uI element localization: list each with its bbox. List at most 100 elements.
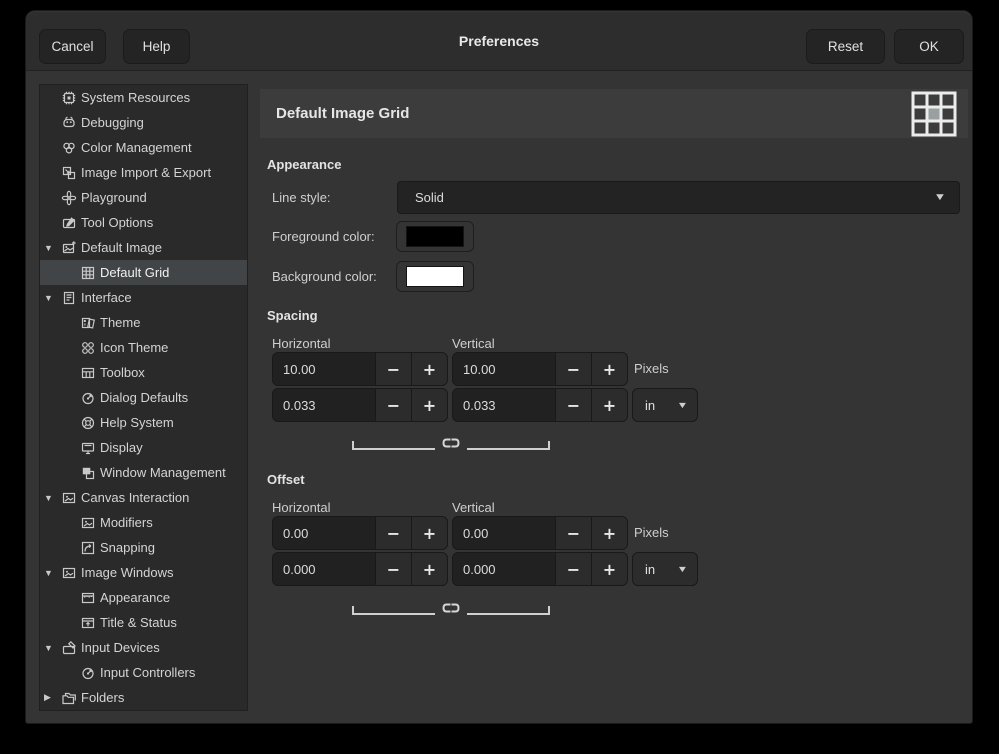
cancel-button[interactable]: Cancel bbox=[39, 29, 106, 64]
ok-button[interactable]: OK bbox=[894, 29, 964, 64]
decrement-button[interactable]: − bbox=[375, 517, 411, 549]
increment-button[interactable]: + bbox=[591, 553, 627, 585]
sidebar-item-appearance[interactable]: Appearance bbox=[40, 585, 247, 610]
offset-vertical-pixels-input[interactable] bbox=[453, 517, 555, 549]
spacing-vertical-units-spinner: − + bbox=[452, 388, 628, 422]
sidebar-item-debugging[interactable]: Debugging bbox=[40, 110, 247, 135]
sidebar-item-image-windows[interactable]: ▼ Image Windows bbox=[40, 560, 247, 585]
offset-vertical-units-input[interactable] bbox=[453, 553, 555, 585]
sidebar-item-title-status[interactable]: Title & Status bbox=[40, 610, 247, 635]
sidebar-item-color-management[interactable]: Color Management bbox=[40, 135, 247, 160]
chevron-down-icon: ▼ bbox=[934, 192, 947, 203]
sidebar-item-label: Interface bbox=[81, 290, 132, 305]
spacing-chain-button[interactable] bbox=[352, 435, 550, 450]
sidebar-item-tool-options[interactable]: Tool Options bbox=[40, 210, 247, 235]
chain-broken-icon bbox=[441, 600, 461, 615]
interface-icon bbox=[61, 290, 78, 306]
offset-chain-button[interactable] bbox=[352, 600, 550, 615]
sidebar-item-help-system[interactable]: Help System bbox=[40, 410, 247, 435]
system-resources-icon bbox=[61, 90, 78, 106]
sidebar-item-playground[interactable]: Playground bbox=[40, 185, 247, 210]
canvas-interaction-icon bbox=[61, 490, 78, 506]
folders-icon bbox=[61, 690, 78, 706]
sidebar-item-label: Input Devices bbox=[81, 640, 160, 655]
sidebar-item-label: Appearance bbox=[100, 590, 170, 605]
sidebar-item-label: Display bbox=[100, 440, 143, 455]
spacing-horizontal-pixels-input[interactable] bbox=[273, 353, 375, 385]
increment-button[interactable]: + bbox=[411, 389, 447, 421]
increment-button[interactable]: + bbox=[591, 389, 627, 421]
sidebar-item-label: Debugging bbox=[81, 115, 144, 130]
sidebar-item-label: Title & Status bbox=[100, 615, 177, 630]
sidebar-item-default-image[interactable]: ▼ Default Image bbox=[40, 235, 247, 260]
increment-button[interactable]: + bbox=[591, 517, 627, 549]
offset-unit-dropdown[interactable]: in ▼ bbox=[632, 552, 698, 586]
sidebar-item-input-devices[interactable]: ▼ Input Devices bbox=[40, 635, 247, 660]
theme-icon bbox=[80, 315, 97, 331]
grid-icon bbox=[80, 265, 97, 281]
expander-down-icon[interactable]: ▼ bbox=[44, 568, 61, 578]
help-button[interactable]: Help bbox=[123, 29, 190, 64]
sidebar-item-icon-theme[interactable]: Icon Theme bbox=[40, 335, 247, 360]
sidebar-item-system-resources[interactable]: System Resources bbox=[40, 85, 247, 110]
spacing-section-title: Spacing bbox=[267, 308, 318, 323]
sidebar-item-label: System Resources bbox=[81, 90, 190, 105]
sidebar-item-input-controllers[interactable]: Input Controllers bbox=[40, 660, 247, 685]
increment-button[interactable]: + bbox=[411, 553, 447, 585]
spacing-horizontal-units-input[interactable] bbox=[273, 389, 375, 421]
increment-button[interactable]: + bbox=[411, 517, 447, 549]
sidebar-item-label: Image Windows bbox=[81, 565, 173, 580]
sidebar-item-image-import-export[interactable]: Image Import & Export bbox=[40, 160, 247, 185]
offset-horizontal-units-input[interactable] bbox=[273, 553, 375, 585]
spacing-vertical-units-input[interactable] bbox=[453, 389, 555, 421]
debugging-icon bbox=[61, 115, 78, 131]
offset-horizontal-pixels-spinner: − + bbox=[272, 516, 448, 550]
modifiers-icon bbox=[80, 515, 97, 531]
decrement-button[interactable]: − bbox=[375, 389, 411, 421]
sidebar-item-display[interactable]: Display bbox=[40, 435, 247, 460]
foreground-color-button[interactable] bbox=[396, 221, 474, 252]
sidebar-item-folders[interactable]: ▶Folders bbox=[40, 685, 247, 710]
decrement-button[interactable]: − bbox=[555, 553, 591, 585]
spacing-vertical-pixels-input[interactable] bbox=[453, 353, 555, 385]
increment-button[interactable]: + bbox=[411, 353, 447, 385]
sidebar-item-label: Default Image bbox=[81, 240, 162, 255]
playground-icon bbox=[61, 190, 78, 206]
background-color-button[interactable] bbox=[396, 261, 474, 292]
line-style-label: Line style: bbox=[272, 181, 331, 214]
expander-right-icon[interactable]: ▶ bbox=[44, 692, 61, 703]
expander-down-icon[interactable]: ▼ bbox=[44, 243, 61, 253]
offset-section-title: Offset bbox=[267, 472, 305, 487]
spacing-unit-dropdown[interactable]: in ▼ bbox=[632, 388, 698, 422]
sidebar-item-window-management[interactable]: Window Management bbox=[40, 460, 247, 485]
decrement-button[interactable]: − bbox=[555, 389, 591, 421]
reset-button[interactable]: Reset bbox=[806, 29, 885, 64]
line-style-dropdown[interactable]: Solid ▼ bbox=[397, 181, 960, 214]
expander-down-icon[interactable]: ▼ bbox=[44, 293, 61, 303]
sidebar-item-dialog-defaults[interactable]: Dialog Defaults bbox=[40, 385, 247, 410]
decrement-button[interactable]: − bbox=[375, 353, 411, 385]
sidebar-item-snapping[interactable]: Snapping bbox=[40, 535, 247, 560]
sidebar-item-toolbox[interactable]: Toolbox bbox=[40, 360, 247, 385]
sidebar-list: System Resources Debugging Color Managemen… bbox=[39, 84, 248, 711]
decrement-button[interactable]: − bbox=[555, 353, 591, 385]
decrement-button[interactable]: − bbox=[555, 517, 591, 549]
spacing-horizontal-label: Horizontal bbox=[272, 336, 331, 351]
expander-down-icon[interactable]: ▼ bbox=[44, 493, 61, 503]
increment-button[interactable]: + bbox=[591, 353, 627, 385]
image-import-export-icon bbox=[61, 165, 78, 181]
sidebar-item-modifiers[interactable]: Modifiers bbox=[40, 510, 247, 535]
decrement-button[interactable]: − bbox=[375, 553, 411, 585]
sidebar-item-theme[interactable]: Theme bbox=[40, 310, 247, 335]
input-controllers-icon bbox=[80, 665, 97, 681]
chevron-down-icon: ▼ bbox=[677, 564, 689, 574]
sidebar-item-canvas-interaction[interactable]: ▼Canvas Interaction bbox=[40, 485, 247, 510]
sidebar-item-label: Theme bbox=[100, 315, 140, 330]
image-windows-icon bbox=[61, 565, 78, 581]
spacing-unit-value: in bbox=[645, 398, 655, 413]
expander-down-icon[interactable]: ▼ bbox=[44, 643, 61, 653]
sidebar-item-default-grid[interactable]: Default Grid bbox=[40, 260, 247, 285]
sidebar-item-label: Help System bbox=[100, 415, 174, 430]
offset-horizontal-pixels-input[interactable] bbox=[273, 517, 375, 549]
sidebar-item-interface[interactable]: ▼ Interface bbox=[40, 285, 247, 310]
